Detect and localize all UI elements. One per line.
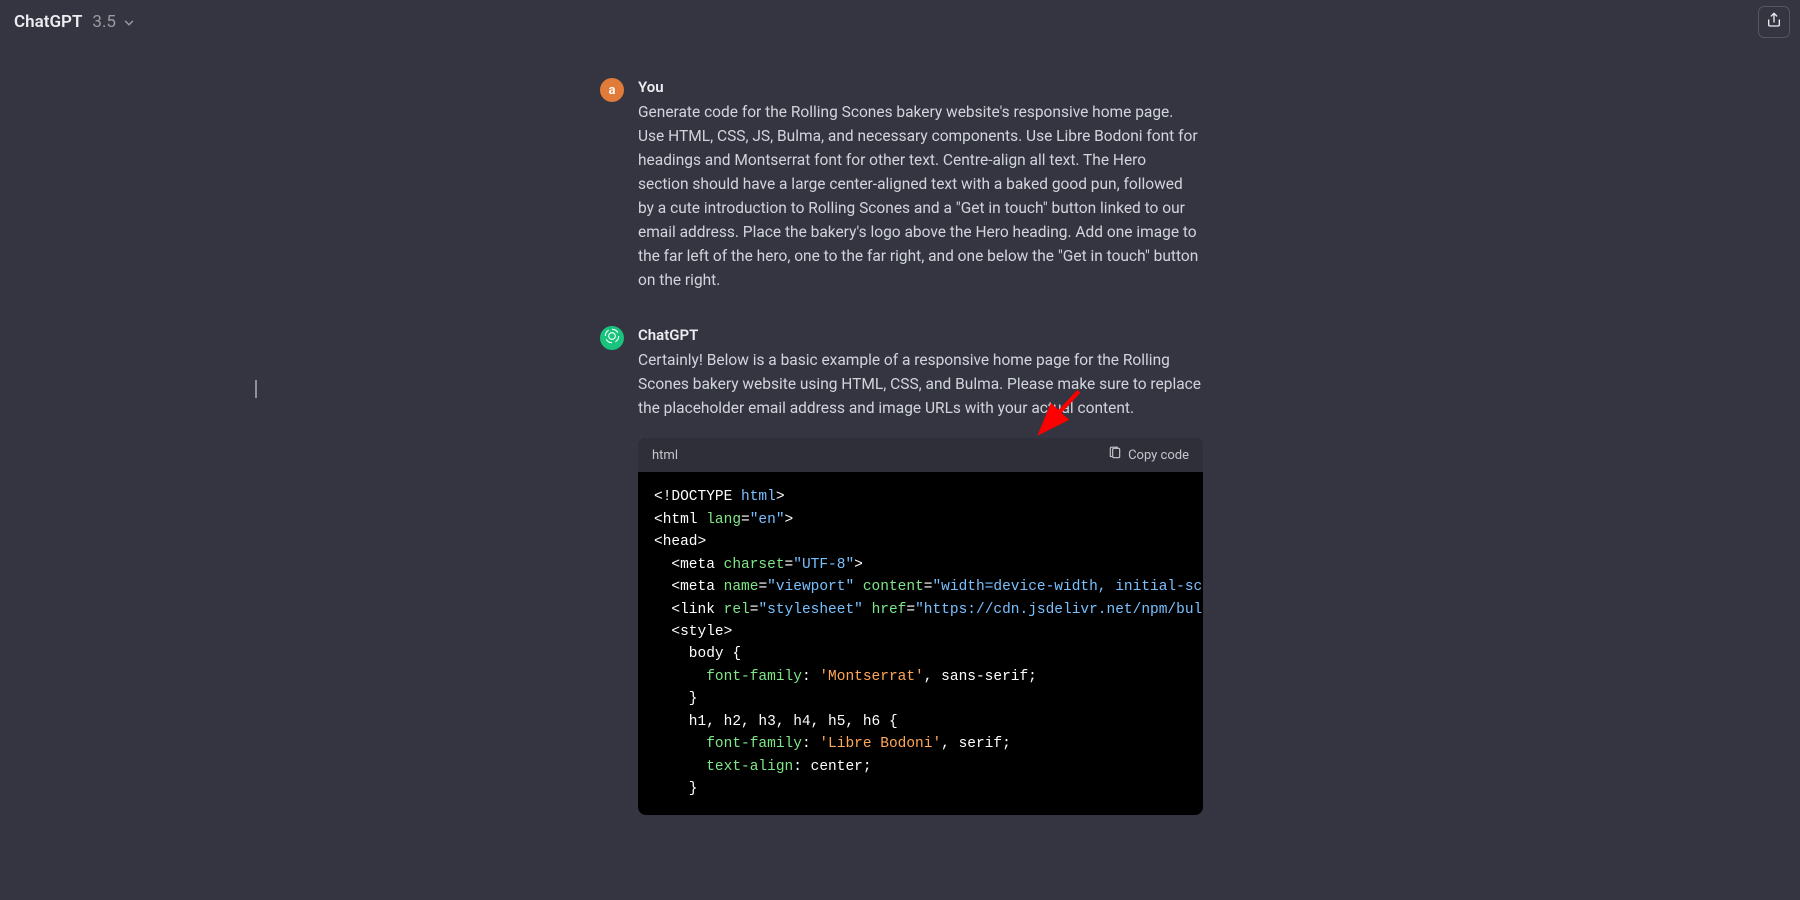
- user-avatar: a: [600, 78, 624, 102]
- code-content[interactable]: <!DOCTYPE html> <html lang="en"> <head> …: [638, 472, 1203, 815]
- text-cursor: [255, 380, 257, 398]
- assistant-avatar: [600, 326, 624, 350]
- copy-code-label: Copy code: [1128, 448, 1189, 463]
- assistant-message-text: Certainly! Below is a basic example of a…: [638, 348, 1203, 420]
- copy-code-button[interactable]: Copy code: [1108, 446, 1189, 464]
- model-selector[interactable]: ChatGPT 3.5: [14, 12, 136, 32]
- conversation: a You Generate code for the Rolling Scon…: [0, 44, 1800, 815]
- code-block: html Copy code <!DOCTYPE html> <html lan…: [638, 438, 1203, 815]
- share-icon: [1766, 12, 1782, 32]
- clipboard-icon: [1108, 446, 1122, 464]
- model-version: 3.5: [92, 12, 116, 32]
- avatar-letter: a: [609, 83, 616, 98]
- user-message-text: Generate code for the Rolling Scones bak…: [638, 100, 1200, 292]
- assistant-author-label: ChatGPT: [638, 326, 1203, 344]
- assistant-turn: ChatGPT Certainly! Below is a basic exam…: [600, 326, 1200, 815]
- user-turn: a You Generate code for the Rolling Scon…: [600, 78, 1200, 292]
- code-language-label: html: [652, 448, 678, 463]
- model-name: ChatGPT: [14, 12, 82, 32]
- chevron-down-icon: [122, 15, 136, 29]
- user-author-label: You: [638, 78, 1200, 96]
- openai-logo-icon: [604, 328, 620, 348]
- share-button[interactable]: [1758, 6, 1790, 38]
